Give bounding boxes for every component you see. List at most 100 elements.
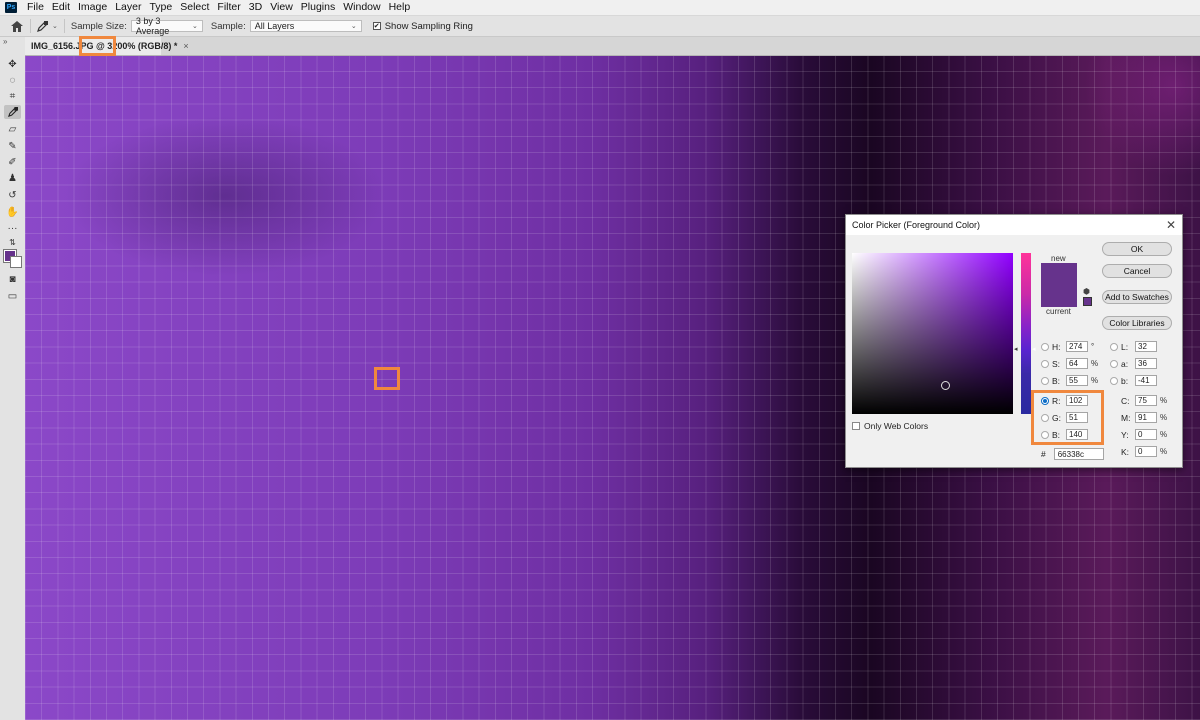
sample-size-select[interactable]: 3 by 3 Average ⌄ [130, 16, 203, 36]
eyedropper-preset-icon[interactable]: ⌄ [37, 20, 58, 32]
divider [30, 19, 31, 33]
dialog-title: Color Picker (Foreground Color) [852, 220, 981, 230]
photoshop-logo-icon: Ps [5, 2, 17, 13]
show-sampling-ring-label: Show Sampling Ring [384, 20, 473, 32]
magenta-unit: % [1160, 413, 1168, 422]
show-sampling-ring-checkbox[interactable]: ✔ [372, 22, 381, 30]
yellow-field[interactable]: 0 [1135, 429, 1157, 440]
more-tools-icon[interactable]: ··· [4, 221, 21, 235]
menu-select[interactable]: Select [176, 0, 213, 15]
history-brush-icon[interactable]: ↺ [4, 188, 21, 202]
menu-plugins[interactable]: Plugins [297, 0, 339, 15]
current-color-swatch[interactable] [1041, 285, 1077, 307]
show-sampling-ring-toggle[interactable]: ✔ Show Sampling Ring [372, 20, 473, 32]
hue-field[interactable]: 274 [1066, 341, 1088, 352]
swap-colors-icon[interactable]: ⇅ [4, 235, 21, 249]
collapse-panel-icon[interactable]: » [3, 37, 7, 46]
eyedropper-icon[interactable] [4, 105, 21, 119]
lab-b-row: b: -41 [1110, 374, 1160, 387]
screen-mode-icon[interactable]: ▭ [4, 289, 21, 303]
cyan-unit: % [1160, 396, 1168, 405]
sample-label: Sample: [210, 20, 246, 32]
brush-icon[interactable]: ✎ [4, 139, 21, 153]
cyan-field[interactable]: 75 [1135, 395, 1157, 406]
saturation-radio[interactable] [1041, 359, 1049, 368]
hex-row: # 66338c [1041, 448, 1104, 460]
lasso-icon[interactable]: ◌ [4, 73, 21, 87]
brightness-row: B: 55 % [1041, 374, 1098, 387]
menu-help[interactable]: Help [385, 0, 415, 15]
crop-icon[interactable]: ⌗ [4, 89, 21, 103]
hue-radio[interactable] [1041, 342, 1049, 351]
hue-slider[interactable] [1021, 253, 1031, 414]
menu-view[interactable]: View [266, 0, 297, 15]
current-color-label: current [1046, 307, 1071, 316]
move-icon[interactable]: ✥ [4, 57, 21, 71]
home-icon[interactable] [10, 20, 24, 32]
color-libraries-button[interactable]: Color Libraries [1102, 316, 1172, 330]
hue-slider-left-arrow-icon[interactable]: ◂ [1014, 345, 1018, 353]
black-unit: % [1160, 447, 1168, 456]
cyan-label: C: [1121, 395, 1130, 406]
menu-layer[interactable]: Layer [111, 0, 145, 15]
color-field-marker[interactable] [941, 381, 950, 390]
menu-image[interactable]: Image [74, 0, 111, 15]
hue-slider-right-arrow-icon[interactable]: ◂ [1032, 345, 1036, 353]
saturation-field[interactable]: 64 [1066, 358, 1088, 369]
lab-l-label: L: [1121, 341, 1129, 352]
ok-button[interactable]: OK [1102, 242, 1172, 256]
blur-icon[interactable]: ✋ [4, 205, 21, 219]
add-to-swatches-button[interactable]: Add to Swatches [1102, 290, 1172, 304]
web-safe-swatch[interactable] [1083, 297, 1092, 306]
tools-panel: » ✥ ◌ ⌗ ▱ ✎ ✐ ♟ ↺ ✋ ··· ⇅ ◙ ▭ [0, 37, 26, 720]
menu-bar: Ps File Edit Image Layer Type Select Fil… [0, 0, 1200, 16]
sample-select[interactable]: All Layers ⌄ [249, 20, 362, 32]
eraser-icon[interactable]: ▱ [4, 122, 21, 136]
sample-size-label: Sample Size: [70, 20, 127, 32]
close-icon[interactable]: ✕ [1166, 218, 1176, 232]
stamp-icon[interactable]: ♟ [4, 171, 21, 185]
hue-label: H: [1052, 341, 1061, 352]
color-picker-dialog: Color Picker (Foreground Color) ✕ ◂ ◂ ne… [845, 214, 1183, 468]
clone-icon[interactable]: ✐ [4, 155, 21, 169]
lab-a-row: a: 36 [1110, 357, 1160, 370]
magenta-field[interactable]: 91 [1135, 412, 1157, 423]
background-color-swatch[interactable] [10, 256, 22, 268]
lab-l-radio[interactable] [1110, 342, 1118, 351]
saturation-unit: % [1091, 359, 1099, 368]
chevron-down-icon[interactable]: ⌄ [52, 22, 58, 30]
brightness-radio[interactable] [1041, 376, 1049, 385]
only-web-colors-toggle[interactable]: Only Web Colors [852, 421, 928, 431]
zoom-level-highlight [79, 36, 116, 56]
document-tab-strip: IMG_6156.JPG @ 3200% (RGB/8) * × [25, 37, 1200, 56]
menu-file[interactable]: File [23, 0, 48, 15]
lab-a-label: a: [1121, 358, 1129, 369]
menu-edit[interactable]: Edit [48, 0, 74, 15]
lab-b-radio[interactable] [1110, 376, 1118, 385]
menu-3d[interactable]: 3D [245, 0, 266, 15]
hue-unit: ° [1091, 342, 1095, 351]
lab-a-radio[interactable] [1110, 359, 1118, 368]
hex-field[interactable]: 66338c [1053, 448, 1104, 460]
black-field[interactable]: 0 [1135, 446, 1157, 457]
brightness-label: B: [1052, 375, 1061, 386]
brightness-field[interactable]: 55 [1066, 375, 1088, 386]
sample-size-value: 3 by 3 Average [135, 16, 170, 36]
menu-window[interactable]: Window [339, 0, 384, 15]
color-field[interactable] [852, 253, 1013, 414]
lab-b-field[interactable]: -41 [1135, 375, 1157, 386]
black-row: K: 0 % [1121, 445, 1167, 458]
lab-l-field[interactable]: 32 [1135, 341, 1157, 352]
new-color-swatch [1041, 263, 1077, 285]
lab-a-field[interactable]: 36 [1135, 358, 1157, 369]
close-icon[interactable]: × [183, 41, 188, 51]
quick-mask-icon[interactable]: ◙ [4, 272, 21, 286]
yellow-label: Y: [1121, 429, 1129, 440]
only-web-colors-checkbox[interactable] [852, 422, 860, 430]
menu-filter[interactable]: Filter [213, 0, 244, 15]
menu-type[interactable]: Type [145, 0, 176, 15]
magenta-row: M: 91 % [1121, 411, 1167, 424]
yellow-row: Y: 0 % [1121, 428, 1167, 441]
cancel-button[interactable]: Cancel [1102, 264, 1172, 278]
web-safe-cube-icon[interactable]: ⬢ [1083, 287, 1090, 296]
